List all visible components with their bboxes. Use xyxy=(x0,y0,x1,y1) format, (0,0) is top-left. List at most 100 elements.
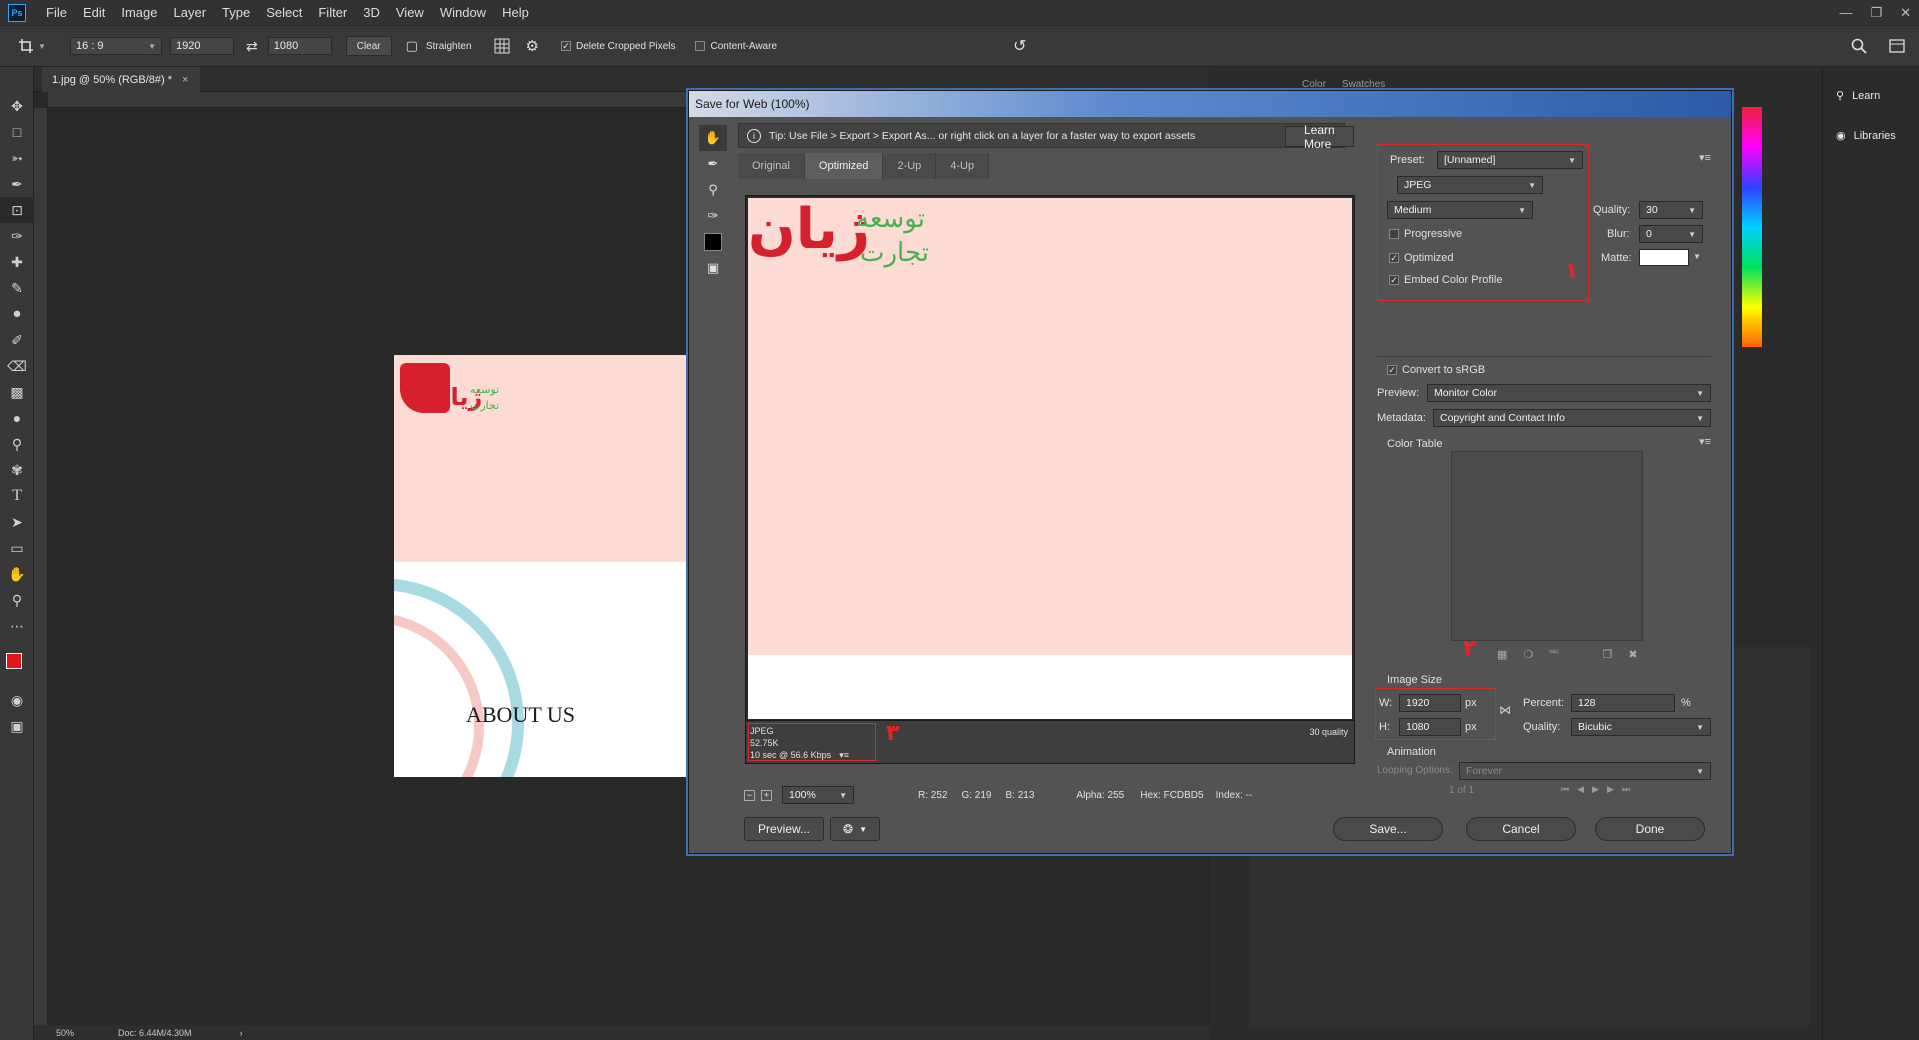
reset-icon[interactable]: ↺ xyxy=(1013,36,1026,56)
crop-tool-icon[interactable]: ⊡ xyxy=(0,197,34,223)
color-table[interactable] xyxy=(1451,451,1643,641)
settings-menu-icon[interactable]: ▾≡ xyxy=(1699,151,1711,164)
libraries-panel-button[interactable]: ◉ Libraries xyxy=(1836,129,1896,143)
menu-select[interactable]: Select xyxy=(258,0,310,25)
pen-tool-icon[interactable]: ✾ xyxy=(0,457,34,483)
prev-frame-icon[interactable]: ◀ xyxy=(1577,784,1584,795)
close-window-icon[interactable]: ✕ xyxy=(1900,0,1911,25)
slice-select-icon[interactable]: ✒ xyxy=(699,151,727,177)
menu-layer[interactable]: Layer xyxy=(166,0,215,25)
last-frame-icon[interactable]: ⏭ xyxy=(1622,784,1630,795)
tab-4-up[interactable]: 4-Up xyxy=(936,153,990,179)
menu-window[interactable]: Window xyxy=(432,0,494,25)
first-frame-icon[interactable]: ⏮ xyxy=(1561,784,1569,795)
map-color-icon[interactable]: ▦ xyxy=(1497,648,1507,661)
resample-select[interactable]: Bicubic ▼ xyxy=(1571,718,1711,736)
menu-view[interactable]: View xyxy=(388,0,432,25)
dialog-title[interactable]: Save for Web (100%) xyxy=(689,91,1731,117)
path-select-tool-icon[interactable]: ➤ xyxy=(0,509,34,535)
history-brush-icon[interactable]: ✐ xyxy=(0,327,34,353)
tab-original[interactable]: Original xyxy=(738,153,805,179)
document-image[interactable]: ژیان توسعه تجارت ABOUT US xyxy=(394,355,694,777)
zoom-in-icon[interactable]: + xyxy=(761,789,772,801)
menu-image[interactable]: Image xyxy=(113,0,165,25)
zoom-tool-icon[interactable]: ⚲ xyxy=(0,587,34,613)
color-swatches[interactable] xyxy=(0,639,33,687)
rectangle-tool-icon[interactable]: ▭ xyxy=(0,535,34,561)
eyedropper-tool-icon[interactable]: ✑ xyxy=(699,203,727,229)
zoom-out-icon[interactable]: − xyxy=(744,789,755,801)
hand-tool-icon[interactable]: ✋ xyxy=(699,125,727,151)
browser-preview-button[interactable]: ❂ ▼ xyxy=(830,817,880,841)
metadata-select[interactable]: Copyright and Contact Info ▼ xyxy=(1433,409,1711,427)
preview-button[interactable]: Preview... xyxy=(744,817,824,841)
move-tool-icon[interactable]: ✥ xyxy=(0,93,34,119)
eyedropper-color-swatch[interactable] xyxy=(699,229,727,255)
minimize-icon[interactable]: — xyxy=(1839,0,1852,25)
chevron-down-icon[interactable]: ▼ xyxy=(1693,252,1701,261)
zoom-select[interactable]: 100% ▼ xyxy=(782,786,854,804)
optimized-preview[interactable]: ژیان توسعه تجارت xyxy=(745,195,1355,721)
restore-icon[interactable]: ❐ xyxy=(1870,0,1882,25)
crop-tool-icon[interactable]: ▼ xyxy=(18,38,48,54)
chevron-right-icon[interactable]: › xyxy=(240,1028,243,1038)
content-aware-checkbox[interactable]: Content-Aware xyxy=(695,41,777,52)
eraser-tool-icon[interactable]: ⌫ xyxy=(0,353,34,379)
new-color-icon[interactable]: ❐ xyxy=(1603,648,1613,661)
dodge-tool-icon[interactable]: ⚲ xyxy=(0,431,34,457)
delete-cropped-checkbox[interactable]: ✓ Delete Cropped Pixels xyxy=(560,41,675,52)
quick-mask-icon[interactable]: ◉ xyxy=(0,687,34,713)
color-table-menu-icon[interactable]: ▾≡ xyxy=(1699,435,1711,448)
quality-input[interactable]: 30 ▼ xyxy=(1639,201,1703,219)
blur-tool-icon[interactable]: ● xyxy=(0,405,34,431)
menu-file[interactable]: File xyxy=(38,0,75,25)
lock-color-icon[interactable]: ⎃ xyxy=(1549,648,1558,661)
crop-width-input[interactable]: 1920 xyxy=(170,37,234,55)
marquee-tool-icon[interactable]: □ xyxy=(0,119,34,145)
hand-tool-icon[interactable]: ✋ xyxy=(0,561,34,587)
quick-select-tool-icon[interactable]: ✒ xyxy=(0,171,34,197)
grid-overlay-icon[interactable] xyxy=(494,38,510,54)
swatches-tab[interactable]: Swatches xyxy=(1342,79,1385,90)
more-tools-icon[interactable]: ⋯ xyxy=(0,613,34,639)
brush-tool-icon[interactable]: ✎ xyxy=(0,275,34,301)
tab-2-up[interactable]: 2-Up xyxy=(883,153,937,179)
menu-help[interactable]: Help xyxy=(494,0,537,25)
foreground-color-swatch[interactable] xyxy=(6,653,22,669)
search-icon[interactable] xyxy=(1851,38,1867,54)
stamp-tool-icon[interactable]: ⚫ xyxy=(0,301,34,327)
trash-icon[interactable]: ✖ xyxy=(1628,648,1637,661)
color-ramp[interactable] xyxy=(1742,107,1762,347)
preview-profile-select[interactable]: Monitor Color ▼ xyxy=(1427,384,1711,402)
lasso-tool-icon[interactable]: ➳ xyxy=(0,145,34,171)
gradient-tool-icon[interactable]: ▩ xyxy=(0,379,34,405)
slice-visibility-icon[interactable]: ▣ xyxy=(699,255,727,281)
color-tab[interactable]: Color xyxy=(1302,79,1326,90)
next-frame-icon[interactable]: ▶ xyxy=(1607,784,1614,795)
menu-3d[interactable]: 3D xyxy=(355,0,388,25)
percent-input[interactable]: 128 xyxy=(1571,694,1675,712)
straighten-icon[interactable]: ▢ xyxy=(406,38,418,54)
document-tab[interactable]: 1.jpg @ 50% (RGB/8#) * × xyxy=(42,67,201,92)
menu-edit[interactable]: Edit xyxy=(75,0,113,25)
healing-tool-icon[interactable]: ✚ xyxy=(0,249,34,275)
eyedropper-tool-icon[interactable]: ✑ xyxy=(0,223,34,249)
ratio-select[interactable]: 16 : 9 ▼ xyxy=(70,37,162,55)
workspace-icon[interactable] xyxy=(1889,38,1905,54)
blur-input[interactable]: 0 ▼ xyxy=(1639,225,1703,243)
tab-optimized[interactable]: Optimized xyxy=(804,153,884,179)
web-shift-icon[interactable]: ❍ xyxy=(1523,648,1533,661)
play-icon[interactable]: ▶ xyxy=(1592,784,1599,795)
close-tab-icon[interactable]: × xyxy=(182,74,188,86)
crop-height-input[interactable]: 1080 xyxy=(267,37,332,55)
menu-type[interactable]: Type xyxy=(214,0,258,25)
clear-button[interactable]: Clear xyxy=(345,36,392,56)
zoom-tool-icon[interactable]: ⚲ xyxy=(699,177,727,203)
gear-icon[interactable]: ⚙ xyxy=(526,37,539,55)
straighten-label[interactable]: Straighten xyxy=(426,41,472,52)
swap-icon[interactable]: ⇄ xyxy=(246,38,258,55)
status-zoom[interactable]: 50% xyxy=(56,1028,74,1038)
learn-panel-button[interactable]: ⚲ Learn xyxy=(1836,89,1880,103)
screen-mode-icon[interactable]: ▣ xyxy=(0,713,34,739)
menu-filter[interactable]: Filter xyxy=(310,0,355,25)
